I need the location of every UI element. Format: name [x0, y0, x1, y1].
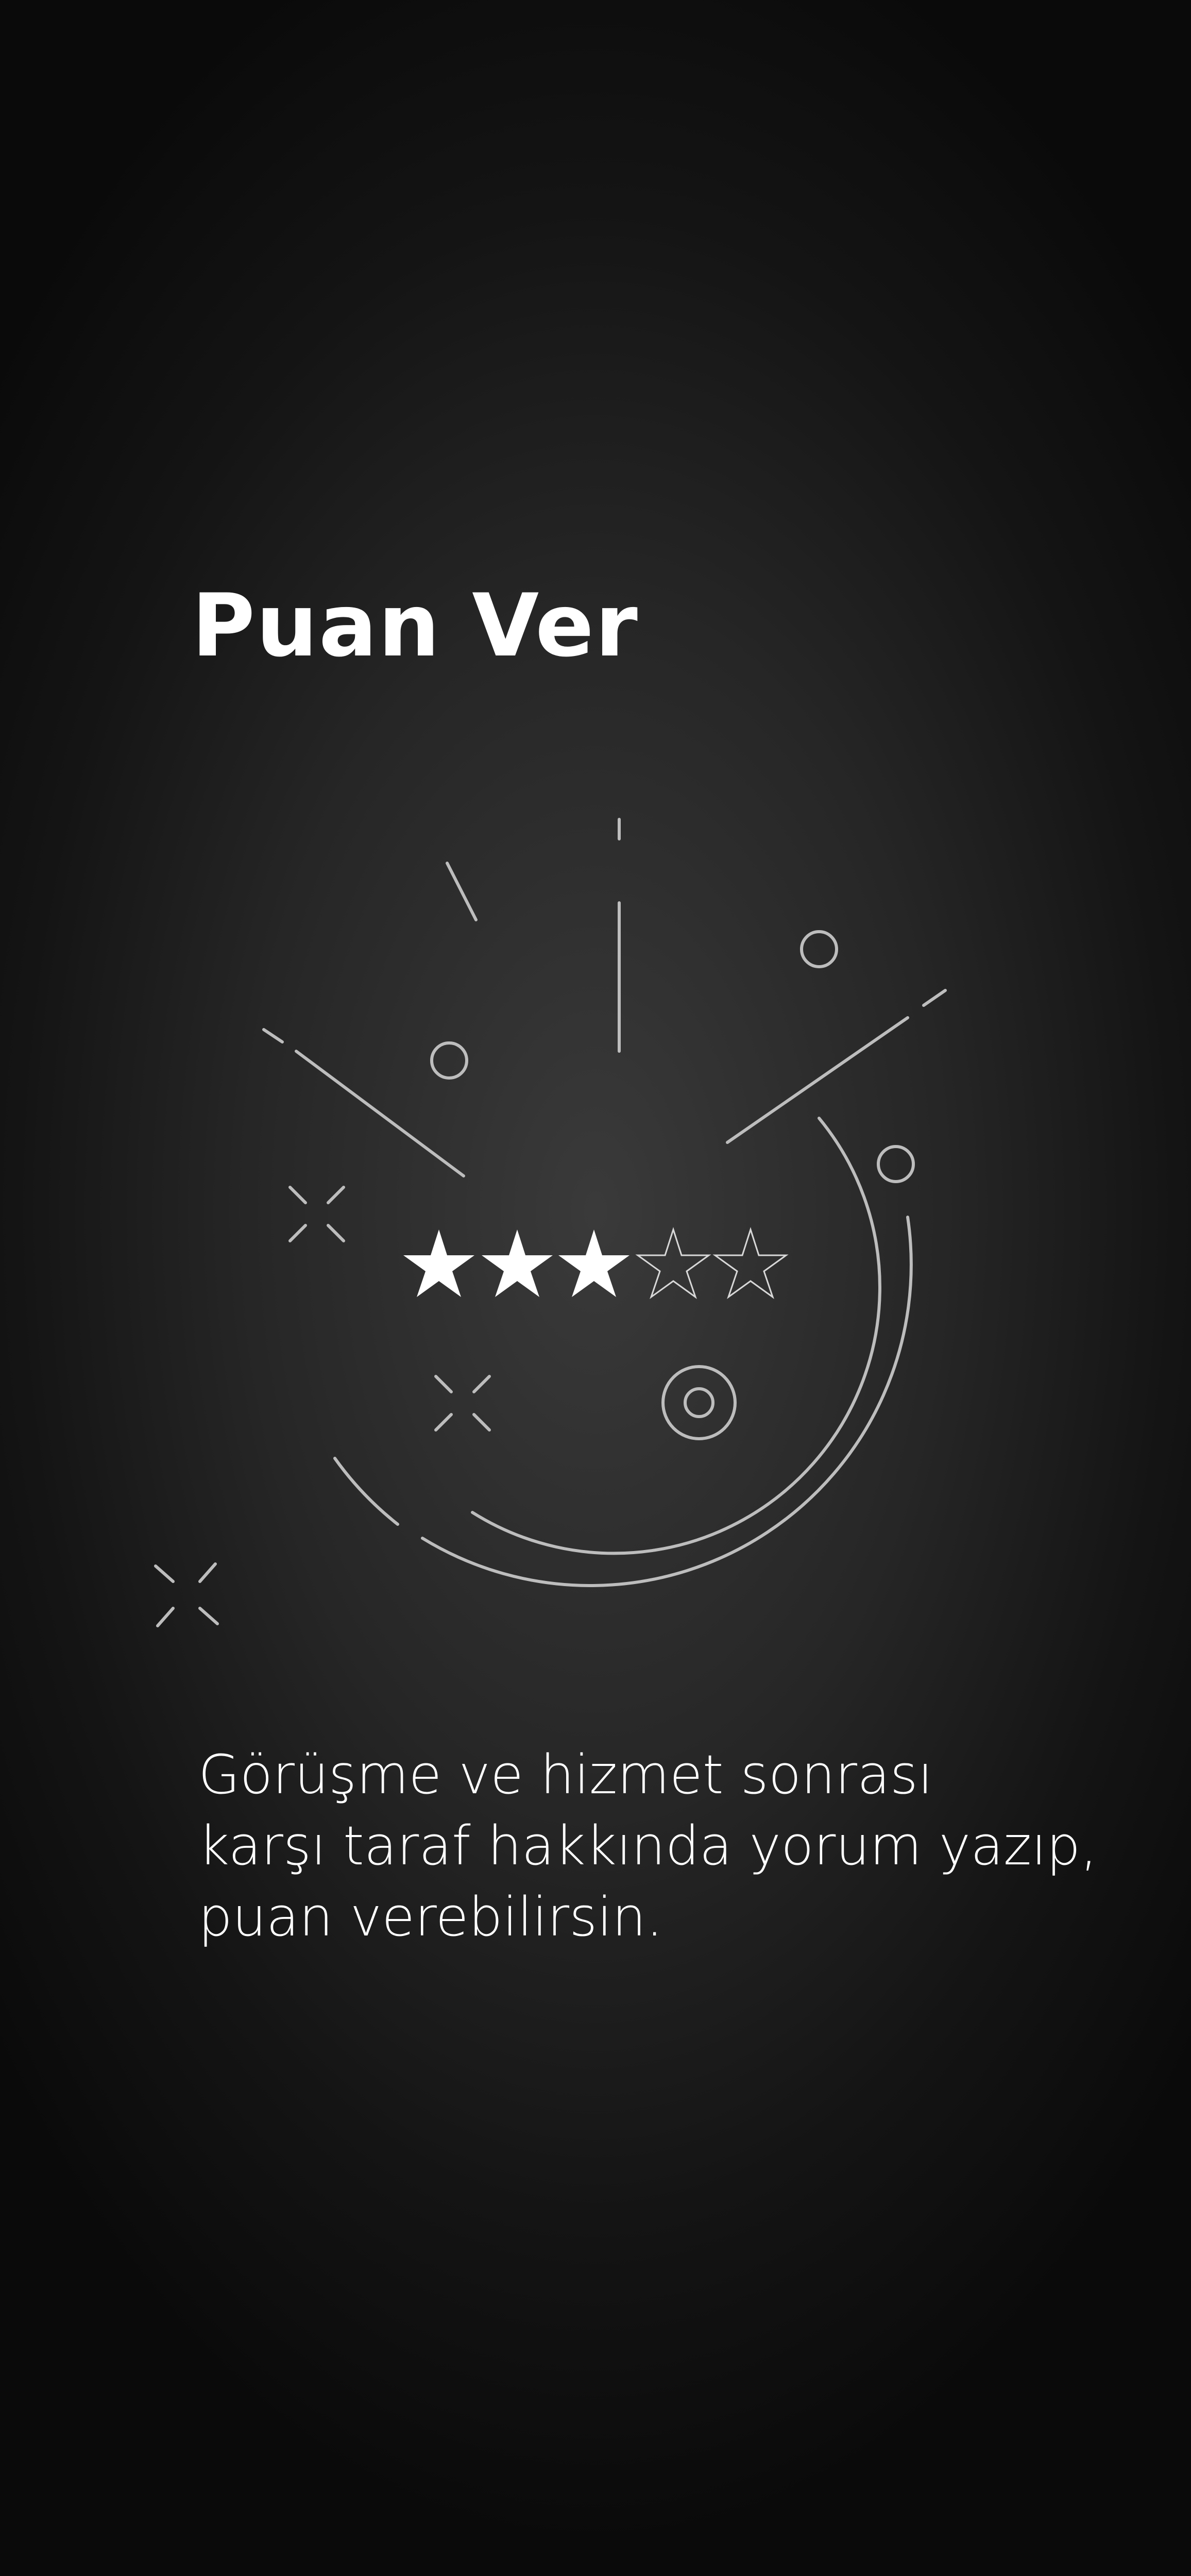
- page-title: Puan Ver: [192, 575, 639, 676]
- star-filled-icon[interactable]: [403, 1230, 474, 1297]
- burst-line: [726, 1016, 909, 1144]
- burst-line: [295, 1050, 465, 1177]
- decor-arc-outer-tail: [333, 1457, 399, 1526]
- sparkle-icon: [434, 1375, 491, 1432]
- burst-line: [922, 989, 947, 1007]
- burst-line: [446, 862, 478, 921]
- decor-circle: [877, 1145, 915, 1183]
- description-line: karşı taraf hakkında yorum yazıp,: [198, 1814, 1098, 1877]
- star-outline-icon[interactable]: [635, 1227, 711, 1299]
- target-circle-outer: [661, 1365, 737, 1440]
- decor-arc-outer: [421, 1216, 913, 1587]
- star-filled-icon[interactable]: [482, 1230, 553, 1297]
- target-circle-inner: [684, 1387, 714, 1418]
- star-rating[interactable]: [403, 1227, 789, 1299]
- rating-illustration: [154, 818, 947, 1627]
- description-line: Görüşme ve hizmet sonrası: [198, 1743, 933, 1806]
- decor-circle: [430, 1041, 468, 1080]
- onboarding-description: Görüşme ve hizmet sonrası karşı taraf ha…: [198, 1739, 1151, 1952]
- sparkle-icon: [154, 1562, 219, 1627]
- burst-line: [262, 1028, 284, 1043]
- star-outline-icon[interactable]: [712, 1227, 789, 1299]
- star-filled-icon[interactable]: [558, 1230, 629, 1297]
- decor-circle: [800, 930, 838, 968]
- sparkle-icon: [288, 1186, 345, 1242]
- description-line: puan verebilirsin.: [198, 1885, 663, 1948]
